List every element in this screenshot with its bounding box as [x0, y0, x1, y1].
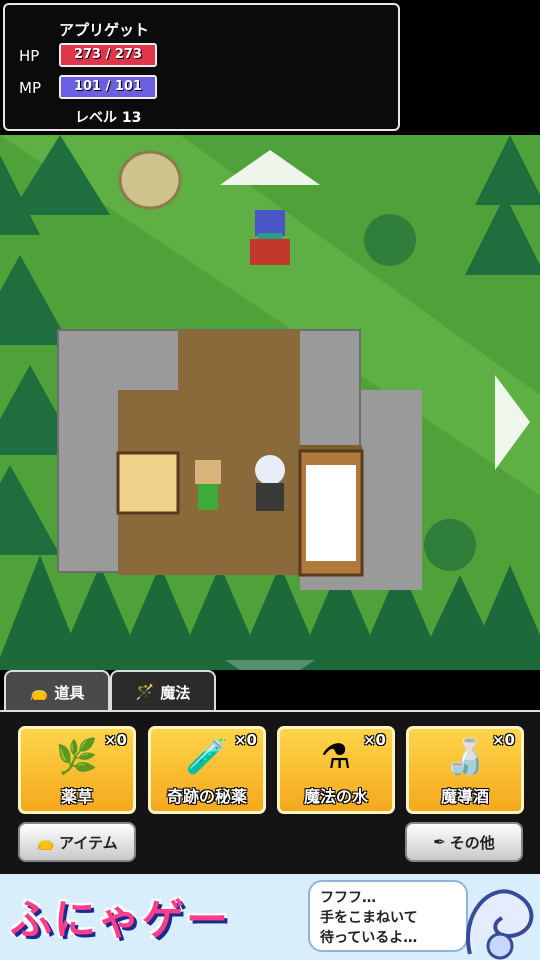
tab-items-label: 道具 [54, 683, 85, 702]
bag-icon: 👝 [36, 833, 56, 851]
item-bag-icon: 👝 [29, 683, 49, 701]
tab-items[interactable]: 👝 道具 [4, 670, 110, 712]
villager-girl-sprite [195, 460, 221, 510]
magic-wand-icon: 🪄 [135, 683, 155, 701]
tab-magic-label: 魔法 [160, 683, 191, 702]
item-name: 薬草 [60, 787, 93, 806]
menu-tabs: 👝 道具 🪄 魔法 [0, 670, 540, 712]
ad-line-2: 手をこまねいて [320, 910, 418, 926]
game-map[interactable] [0, 135, 540, 670]
quill-icon: ✒ [433, 833, 446, 851]
item-count: ×0 [233, 731, 257, 749]
green-potion-icon: 🧪 [185, 737, 229, 777]
elder-sprite [255, 455, 285, 511]
item-count: ×0 [103, 731, 127, 749]
move-up-arrow [220, 150, 320, 185]
mp-label: MP [19, 79, 41, 97]
item-count: ×0 [362, 731, 386, 749]
ad-speech-bubble: フフフ… 手をこまねいて 待っているよ… [308, 880, 468, 952]
ad-logo: ふにゃゲー [10, 895, 231, 944]
ad-mascot-icon [466, 889, 534, 960]
item-name: 奇跡の秘薬 [166, 787, 247, 806]
item-list-label: アイテム [59, 833, 118, 852]
mp-value: 101 / 101 [73, 79, 143, 94]
other-label: その他 [449, 833, 495, 852]
item-slot-miracle-elixir[interactable]: 🧪 ×0 奇跡の秘薬 [148, 726, 266, 814]
item-name: 魔導酒 [440, 787, 489, 806]
hp-value: 273 / 273 [73, 47, 143, 62]
hp-label: HP [19, 47, 40, 65]
item-panel: 🌿 ×0 薬草 🧪 ×0 奇跡の秘薬 ⚗ ×0 魔法の水 🍶 ×0 魔導酒 👝 … [0, 710, 540, 874]
level-text: レベル 13 [75, 110, 142, 126]
other-button[interactable]: ✒ その他 [405, 822, 523, 862]
ad-banner[interactable]: ふにゃゲー フフフ… 手をこまねいて 待っているよ… [0, 874, 540, 960]
herb-icon: 🌿 [55, 737, 99, 777]
status-panel: アプリゲット HP 273 / 273 MP 101 / 101 レベル 13 [3, 3, 400, 131]
item-list-button[interactable]: 👝 アイテム [18, 822, 136, 862]
ad-line-1: フフフ… [320, 890, 376, 906]
magic-wine-icon: 🍶 [443, 737, 487, 777]
tab-magic[interactable]: 🪄 魔法 [110, 670, 216, 712]
item-count: ×0 [491, 731, 515, 749]
hp-bar: 273 / 273 [59, 43, 157, 67]
item-slot-magic-wine[interactable]: 🍶 ×0 魔導酒 [406, 726, 524, 814]
item-slot-magic-water[interactable]: ⚗ ×0 魔法の水 [277, 726, 395, 814]
ad-line-3: 待っているよ… [320, 930, 418, 946]
character-name: アプリゲット [59, 21, 150, 39]
item-name: 魔法の水 [303, 787, 368, 806]
item-slot-herb[interactable]: 🌿 ×0 薬草 [18, 726, 136, 814]
mp-bar: 101 / 101 [59, 75, 157, 99]
magic-water-icon: ⚗ [320, 737, 352, 777]
